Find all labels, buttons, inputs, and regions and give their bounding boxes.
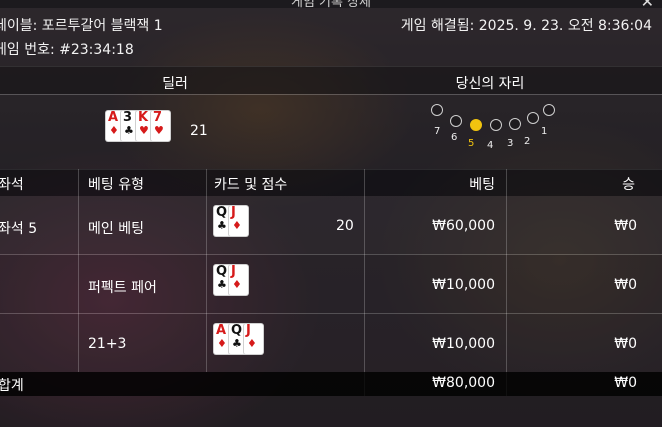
bet-amount: ₩10,000: [432, 277, 495, 293]
title-bar: 게임 기록 상세 ✕: [0, 0, 662, 11]
card-suit: ♣: [217, 219, 227, 232]
game-number: 게임 번호: #23:34:18: [0, 42, 134, 58]
seat-dot: [543, 104, 555, 116]
seat-dot: [450, 115, 462, 127]
window-title: 게임 기록 상세: [290, 0, 372, 10]
playing-card: J ♦: [244, 323, 263, 354]
hand-score: 20: [336, 218, 354, 234]
header-cards: 카드 및 점수: [214, 177, 288, 193]
seat-map: 765 4 321: [420, 96, 560, 156]
bet-type: 21+3: [88, 336, 127, 352]
seat-number-label: 3: [507, 138, 514, 149]
hand-cards: Q ♣ J ♦: [214, 205, 248, 236]
card-suit: ♥: [139, 124, 149, 137]
total-bet: ₩80,000: [432, 375, 495, 391]
card-suit: ♣: [124, 124, 134, 137]
playing-card: J ♦: [229, 264, 248, 295]
win-amount: ₩0: [614, 218, 637, 234]
seat-number-label: 5: [468, 138, 475, 149]
dealer-score: 21: [190, 123, 208, 139]
bet-amount: ₩60,000: [432, 218, 495, 234]
hand-cards: Q ♣ J ♦: [214, 264, 248, 295]
card-suit: ♣: [232, 337, 242, 350]
seat-dot: [509, 118, 521, 130]
seat-number-label: 2: [524, 136, 531, 147]
hand-cards: A ♦ Q ♣ J ♦: [214, 323, 263, 354]
divider: [0, 94, 662, 95]
playing-card: J ♦: [229, 205, 248, 236]
total-row: 합계 ₩80,000 ₩0: [0, 372, 662, 396]
seat-number-label: 7: [434, 126, 441, 137]
card-suit: ♦: [217, 337, 227, 350]
your-seat-label: 당신의 자리: [455, 76, 525, 92]
header-bet: 베팅: [469, 177, 495, 193]
bet-type: 메인 베팅: [88, 221, 144, 237]
card-suit: ♥: [154, 124, 164, 137]
col-divider: [506, 169, 507, 396]
seat-dot: [527, 112, 539, 124]
dealer-cards: A ♦ 3 ♣ K ♥ 7 ♥: [106, 110, 170, 141]
resolved-time: 게임 해결됨: 2025. 9. 23. 오전 8:36:04: [400, 18, 652, 34]
win-amount: ₩0: [614, 277, 637, 293]
dealer-label: 딜러: [162, 76, 188, 92]
bets-table-header: 좌석 베팅 유형 카드 및 점수 베팅 승: [0, 169, 662, 196]
header-bet-type: 베팅 유형: [88, 177, 144, 193]
seat-dot: [431, 104, 443, 116]
seat-dot: [470, 119, 482, 131]
card-suit: ♦: [232, 278, 242, 291]
table-name: 테이블: 포르투갈어 블랙잭 1: [0, 18, 163, 34]
col-divider: [78, 169, 79, 372]
win-amount: ₩0: [614, 336, 637, 352]
seat-number-label: 4: [487, 140, 494, 151]
seat-number-label: 1: [541, 126, 548, 137]
close-icon[interactable]: ✕: [641, 0, 654, 11]
seat-number-label: 6: [451, 132, 458, 143]
total-win: ₩0: [614, 375, 637, 391]
header-seat: 좌석: [0, 177, 24, 193]
playing-card: 7 ♥: [151, 110, 170, 141]
seat-number: 좌석 5: [0, 221, 38, 237]
header-win: 승: [622, 177, 635, 193]
card-suit: ♦: [109, 124, 119, 137]
col-divider: [206, 169, 207, 372]
bet-amount: ₩10,000: [432, 336, 495, 352]
card-suit: ♦: [247, 337, 257, 350]
total-label: 합계: [0, 378, 24, 394]
bet-type: 퍼펙트 페어: [88, 280, 157, 296]
dealer-seat-header: [0, 66, 662, 94]
col-divider: [364, 169, 365, 396]
seat-dot: [490, 119, 502, 131]
card-suit: ♣: [217, 278, 227, 291]
card-suit: ♦: [232, 219, 242, 232]
